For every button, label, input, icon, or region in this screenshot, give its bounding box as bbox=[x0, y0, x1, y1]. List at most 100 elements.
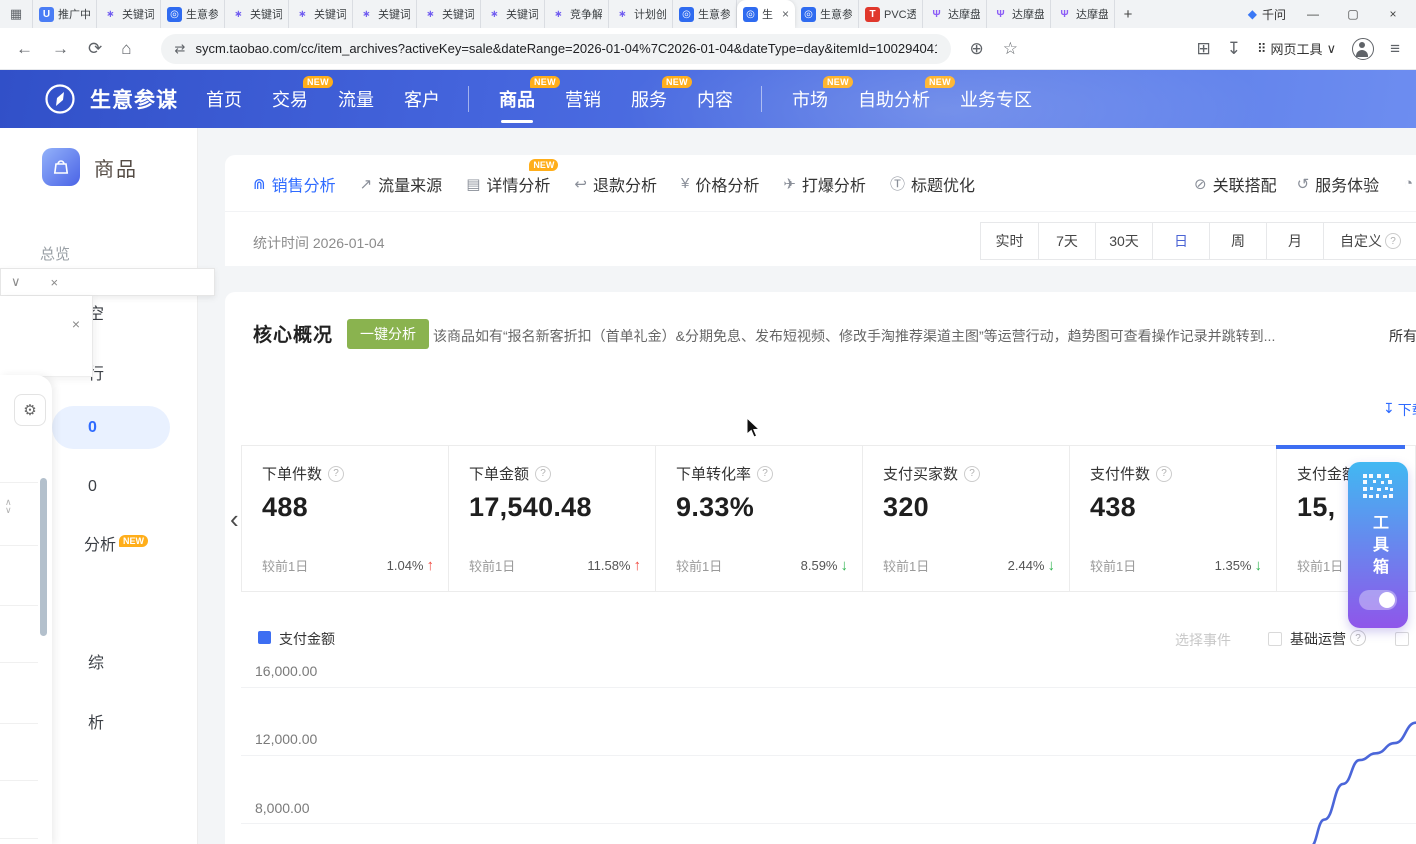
help-icon[interactable]: ? bbox=[964, 466, 980, 482]
browser-tab[interactable]: ∗ 关键词 × bbox=[353, 0, 417, 28]
web-tools-menu[interactable]: ⠿ 网页工具 ∨ bbox=[1257, 39, 1336, 58]
help-icon[interactable]: ? bbox=[757, 466, 773, 482]
download-link[interactable]: ↧下载 bbox=[1383, 400, 1416, 420]
browser-tab[interactable]: Ψ 达摩盘 × bbox=[923, 0, 987, 28]
metric-card[interactable]: 下单金额? 17,540.48 较前1日 11.58%↑ bbox=[449, 446, 656, 591]
date-range-option[interactable]: 日? bbox=[1152, 223, 1209, 259]
top-nav-item[interactable]: 商品NEW bbox=[499, 86, 535, 112]
downloads-icon[interactable]: ↧ bbox=[1227, 39, 1241, 59]
toolbox-toggle[interactable] bbox=[1359, 590, 1397, 610]
extensions-icon[interactable]: ⊞ bbox=[1197, 39, 1211, 59]
sidebar-menu-item[interactable]: 析 bbox=[88, 709, 104, 733]
top-nav-item[interactable]: 自助分析NEW bbox=[858, 86, 930, 112]
select-event-label[interactable]: 选择事件 bbox=[1175, 630, 1231, 650]
browser-tab[interactable]: ◎ 生 × bbox=[737, 0, 795, 28]
metric-card[interactable]: 支付买家数? 320 较前1日 2.44%↓ bbox=[863, 446, 1070, 591]
subnav-right-link[interactable]: ↺ 服务体验 bbox=[1297, 172, 1380, 196]
help-icon[interactable]: ? bbox=[1350, 630, 1366, 646]
subnav-tab[interactable]: ⋒ 销售分析 bbox=[253, 172, 336, 196]
top-nav-item[interactable]: 业务专区 bbox=[960, 86, 1032, 112]
browser-tab[interactable]: T PVC透 × bbox=[859, 0, 923, 28]
browser-tab[interactable]: ∗ 关键词 × bbox=[225, 0, 289, 28]
subnav-tab[interactable]: ▤ 详情分析 NEW bbox=[466, 172, 550, 196]
second-event-checkbox[interactable] bbox=[1395, 632, 1409, 646]
browser-tab[interactable]: ◎ 生意参 × bbox=[795, 0, 859, 28]
date-range-option[interactable]: 实时? bbox=[981, 223, 1038, 259]
browser-tab[interactable]: ∗ 关键词 × bbox=[417, 0, 481, 28]
browser-tab[interactable]: Ψ 达摩盘 × bbox=[987, 0, 1051, 28]
sidebar-menu-item[interactable]: 综 bbox=[88, 649, 104, 673]
sidebar-menu-item[interactable]: 分析NEW bbox=[84, 531, 148, 555]
metric-card[interactable]: 下单转化率? 9.33% 较前1日 8.59%↓ bbox=[656, 446, 863, 591]
gear-icon[interactable]: ⚙ bbox=[14, 394, 46, 426]
top-nav-item[interactable]: 营销 bbox=[565, 86, 601, 112]
top-nav-item[interactable]: 服务NEW bbox=[631, 86, 667, 112]
basic-ops-checkbox[interactable] bbox=[1268, 632, 1282, 646]
date-range-option[interactable]: 自定义? bbox=[1323, 223, 1416, 259]
top-nav-item[interactable]: 客户 bbox=[404, 86, 469, 112]
browser-tab[interactable]: ◎ 生意参 × bbox=[673, 0, 737, 28]
subnav-tab[interactable]: ¥ 价格分析 bbox=[681, 172, 759, 196]
forward-icon[interactable]: → bbox=[52, 39, 69, 59]
browser-tab[interactable]: ∗ 关键词 × bbox=[289, 0, 353, 28]
help-icon[interactable]: ? bbox=[535, 466, 551, 482]
toolbox-widget[interactable]: 工具箱 bbox=[1348, 462, 1408, 628]
sort-chevrons[interactable]: ∧ ∨ bbox=[5, 498, 12, 514]
subnav-right-link[interactable]: ⊘ 关联搭配 bbox=[1194, 172, 1277, 196]
bookmark-star-icon[interactable]: ☆ bbox=[1003, 39, 1018, 59]
address-bar[interactable]: ⇄ sycm.taobao.com/cc/item_archives?activ… bbox=[161, 34, 951, 64]
close-icon[interactable]: × bbox=[1380, 7, 1406, 21]
partial-tab-icon[interactable]: ◔ bbox=[1404, 175, 1416, 192]
browser-tab[interactable]: ∗ 计划创 × bbox=[609, 0, 673, 28]
maximize-icon[interactable]: ▢ bbox=[1340, 7, 1366, 21]
zoom-icon[interactable]: ⊕ bbox=[970, 39, 984, 59]
subnav-tab[interactable]: ↩ 退款分析 bbox=[574, 172, 657, 196]
close-icon[interactable]: × bbox=[72, 316, 80, 332]
sidebar-menu-item[interactable]: 0 bbox=[88, 478, 97, 496]
metric-value: 9.33% bbox=[676, 492, 846, 523]
home-icon[interactable]: ⌂ bbox=[121, 39, 131, 59]
browser-tab[interactable]: ∗ 关键词 × bbox=[97, 0, 161, 28]
sidebar-menu-item[interactable]: 0 bbox=[52, 406, 170, 449]
help-icon[interactable]: ? bbox=[328, 466, 344, 482]
date-range-option[interactable]: 30天? bbox=[1095, 223, 1152, 259]
tab-close-icon[interactable]: × bbox=[782, 7, 789, 21]
subnav-tab[interactable]: ✈ 打爆分析 bbox=[783, 172, 866, 196]
browser-tab[interactable]: U 推广中 × bbox=[33, 0, 97, 28]
profile-avatar[interactable] bbox=[1352, 38, 1374, 60]
browser-tab[interactable]: ∗ 关键词 × bbox=[481, 0, 545, 28]
metric-card[interactable]: 支付件数? 438 较前1日 1.35%↓ bbox=[1070, 446, 1277, 591]
chevron-down-icon[interactable]: ∨ bbox=[11, 274, 21, 290]
back-icon[interactable]: ← bbox=[16, 39, 33, 59]
browser-tab[interactable]: Ψ 达摩盘 × bbox=[1051, 0, 1115, 28]
qianwen-button[interactable]: ◆ 千问 bbox=[1248, 6, 1286, 23]
top-nav-item[interactable]: 流量 bbox=[338, 86, 374, 112]
sidebar-menu-item[interactable]: 总览 bbox=[40, 243, 70, 264]
help-icon[interactable]: ? bbox=[1156, 466, 1172, 482]
cards-scroll-left-icon[interactable]: ‹ bbox=[230, 504, 239, 535]
new-tab-button[interactable]: + bbox=[1115, 0, 1141, 28]
top-nav-item[interactable]: 首页 bbox=[206, 86, 242, 112]
minimize-icon[interactable]: — bbox=[1300, 7, 1326, 21]
top-nav-item[interactable]: 内容 bbox=[697, 86, 762, 112]
subnav-tab[interactable]: ↗ 流量来源 bbox=[360, 172, 443, 196]
metric-card[interactable]: 下单件数? 488 较前1日 1.04%↑ bbox=[242, 446, 449, 591]
scrollbar-thumb[interactable] bbox=[40, 478, 47, 636]
top-nav-item[interactable]: 交易NEW bbox=[272, 86, 308, 112]
one-click-analyze-button[interactable]: 一键分析 bbox=[347, 319, 429, 349]
date-range-option[interactable]: 月? bbox=[1266, 223, 1323, 259]
close-icon[interactable]: × bbox=[51, 275, 59, 290]
browser-tab[interactable]: ∗ 竞争解 × bbox=[545, 0, 609, 28]
date-range-option[interactable]: 周? bbox=[1209, 223, 1266, 259]
subnav-tab[interactable]: Ⓣ 标题优化 bbox=[890, 172, 975, 196]
menu-icon[interactable]: ≡ bbox=[1390, 39, 1400, 59]
overview-more-link[interactable]: 所有 bbox=[1389, 326, 1416, 346]
url-text[interactable]: sycm.taobao.com/cc/item_archives?activeK… bbox=[195, 41, 936, 56]
browser-tab[interactable]: ◎ 生意参 × bbox=[161, 0, 225, 28]
brand-name[interactable]: 生意参谋 bbox=[90, 84, 178, 114]
reload-icon[interactable]: ⟳ bbox=[88, 39, 102, 59]
tab-search-button[interactable]: ▦ bbox=[0, 0, 33, 28]
date-range-option[interactable]: 7天? bbox=[1038, 223, 1095, 259]
site-info-icon[interactable]: ⇄ bbox=[175, 41, 186, 57]
top-nav-item[interactable]: 市场NEW bbox=[792, 86, 828, 112]
